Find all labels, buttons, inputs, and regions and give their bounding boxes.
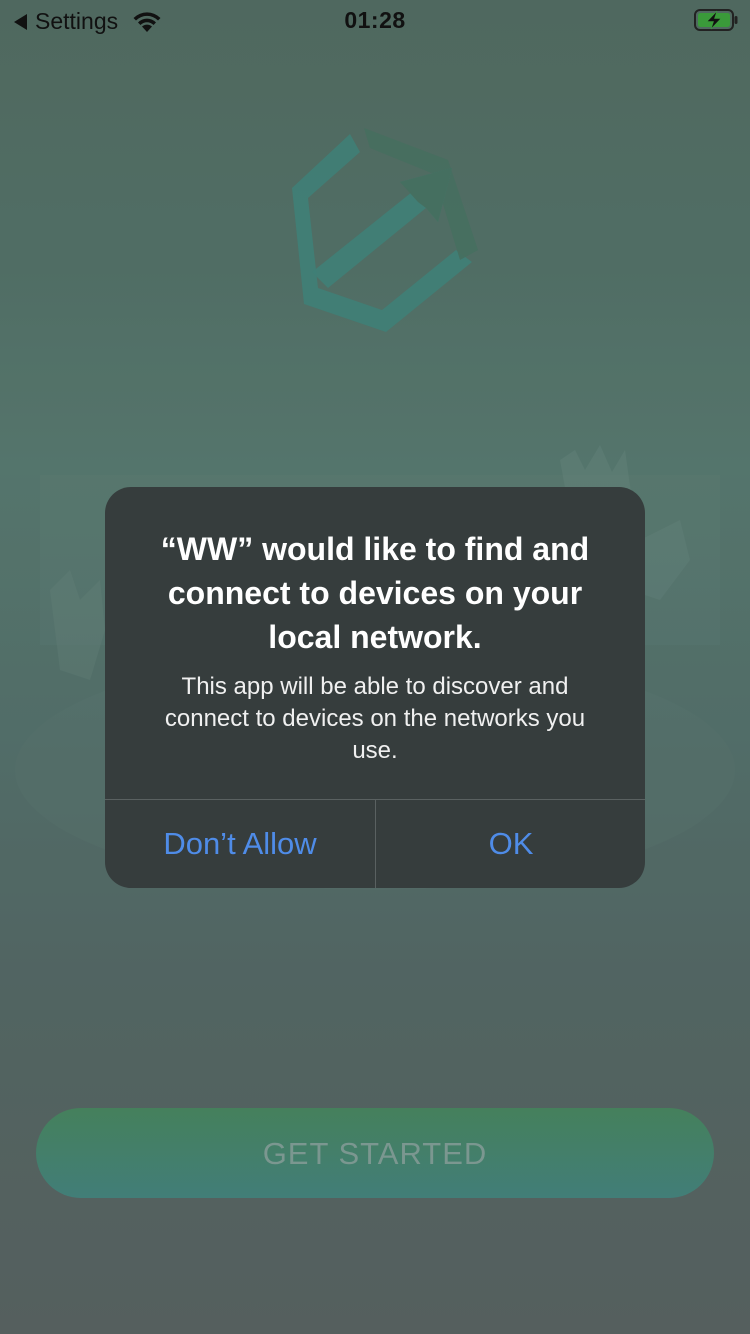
battery-charging-icon [694, 9, 738, 31]
status-bar: Settings 01:28 [0, 0, 750, 40]
app-screen: Settings 01:28 GET STARTED “WW” would li… [0, 0, 750, 1334]
hexagon-arrow-logo-icon [292, 128, 478, 332]
local-network-permission-alert: “WW” would like to find and connect to d… [105, 487, 645, 888]
get-started-button[interactable]: GET STARTED [36, 1108, 714, 1198]
alert-body: “WW” would like to find and connect to d… [105, 487, 645, 799]
alert-message: This app will be able to discover and co… [164, 673, 586, 764]
dont-allow-button[interactable]: Don’t Allow [105, 800, 375, 888]
status-time: 01:28 [344, 7, 406, 33]
alert-title: “WW” would like to find and connect to d… [160, 531, 590, 655]
ok-button[interactable]: OK [376, 800, 645, 888]
